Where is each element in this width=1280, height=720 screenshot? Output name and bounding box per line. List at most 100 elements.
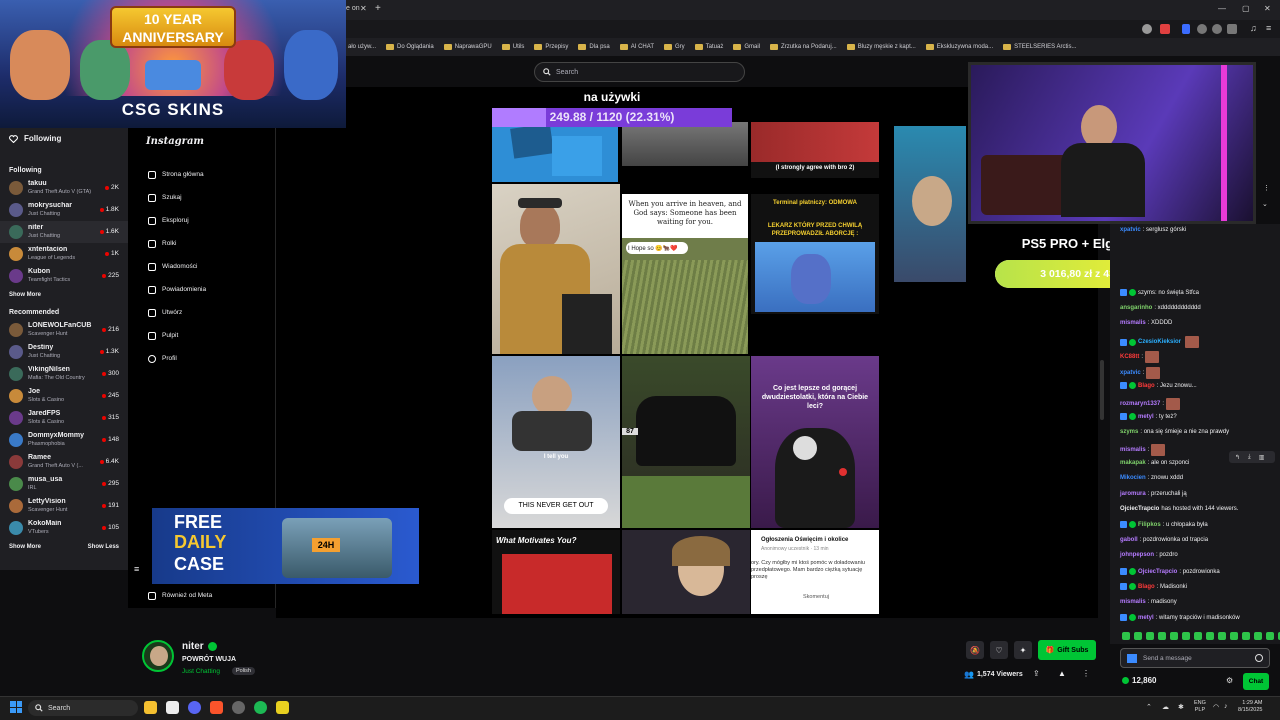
bookmark-item[interactable]: NaprawaGPU [443,44,492,50]
bookmark-item[interactable]: Do Oglądania [386,44,434,50]
channel-points[interactable]: 12,860 [1122,676,1156,685]
chat-message[interactable]: Blago: Madisonki [1120,583,1187,590]
search-input[interactable]: Search [534,62,745,82]
chat-message[interactable]: mismalis: [1120,444,1166,456]
tab-close-icon[interactable]: ✕ [360,4,367,13]
chat-message[interactable]: gaboll: pozdrowionka od trapcia [1120,537,1208,543]
volume-icon[interactable]: ♪ [1224,703,1228,710]
chat-username[interactable]: Filipkos [1138,522,1161,528]
chat-username[interactable]: CzesioKieksior [1138,339,1181,345]
language-indicator[interactable]: ENG PLP [1194,700,1206,714]
stream-scrollbar[interactable] [1100,360,1104,420]
instagram-nav-reels[interactable]: Rolki [128,232,275,255]
extension-icon[interactable] [1182,24,1190,34]
wifi-icon[interactable]: ◠ [1213,703,1219,711]
post-thumbnail[interactable]: Ogłoszenia Oświęcim i okolice Anonimowy … [751,530,879,614]
post-thumbnail[interactable] [622,122,748,166]
sidebar-channel-musa_usa[interactable]: musa_usa IRL 295 [0,473,128,495]
chat-username[interactable]: mismalis [1120,447,1146,453]
hamburger-icon[interactable]: ≡ [134,564,139,574]
chat-message[interactable]: CzesioKieksior [1120,336,1200,348]
chat-message[interactable]: xpatvic: serglusz górski [1120,227,1186,233]
chat-username[interactable]: xpatvic [1120,370,1141,376]
instagram-nav-search[interactable]: Szukaj [128,186,275,209]
chat-send-button[interactable]: Chat [1243,673,1269,690]
sidebar-channel-niter[interactable]: niter Just Chatting 1.6K [0,221,128,243]
chevron-down-icon[interactable]: ⌄ [1262,200,1268,208]
window-close-icon[interactable]: ✕ [1264,4,1271,13]
trash-icon[interactable]: ▥ [1259,454,1265,461]
post-thumbnail[interactable] [492,126,618,182]
chat-message[interactable]: KC88tt: [1120,351,1160,363]
emote-icon[interactable] [1254,632,1262,640]
show-more-button[interactable]: Show More [9,539,41,555]
calculator-icon[interactable] [166,701,179,714]
sidebar-channel-kubon[interactable]: Kubon Teamfight Tactics 225 [0,265,128,287]
chat-username[interactable]: johnpepson [1120,552,1154,558]
show-less-button[interactable]: Show Less [88,539,119,555]
bookmark-item[interactable]: Dla psa [578,44,610,50]
comment-button[interactable]: Skomentuj [803,594,863,600]
chat-username[interactable]: OjciecTrapcio [1138,569,1177,575]
chat-username[interactable]: metyl [1138,414,1154,420]
brave-browser-icon[interactable] [210,701,223,714]
chat-message[interactable]: ansgarinho: xdddddddddddd [1120,305,1201,311]
emote-icon[interactable] [1182,632,1190,640]
bookmark-item[interactable]: Utils [501,44,524,50]
emote-icon[interactable] [1134,632,1142,640]
emote-icon[interactable] [1218,632,1226,640]
sidebar-channel-jaredfps[interactable]: JaredFPS Slots & Casino 315 [0,407,128,429]
chat-username[interactable]: Blago [1138,383,1155,389]
notification-bell-icon[interactable]: 🔕 [966,641,984,659]
clock[interactable]: 1:29 AM 8/15/2025 [1238,700,1262,714]
app-icon[interactable] [276,701,289,714]
chat-message[interactable]: Mikocien: znowu xddd [1120,475,1183,481]
instagram-nav-explore[interactable]: Eksploruj [128,209,275,232]
sidebar-channel-kokomain[interactable]: KokoMain VTubers 105 [0,517,128,539]
chat-username[interactable]: makapak [1120,460,1146,466]
bookmark-item[interactable]: Gmail [733,44,760,50]
chat-message[interactable]: mismalis: XDDDD [1120,320,1172,326]
sidebar-channel-vikingnilsen[interactable]: VikingNilsen Mafia: The Old Country 300 [0,363,128,385]
sidebar-channel-ramee[interactable]: Ramee Grand Theft Auto V (... 6.4K [0,451,128,473]
emote-icon[interactable] [1170,632,1178,640]
minimize-icon[interactable]: — [1218,4,1226,13]
report-icon[interactable]: ▲ [1058,669,1066,678]
chat-message[interactable]: OjciecTrapcio has hosted with 144 viewer… [1120,506,1238,512]
chat-message[interactable]: metyl: ty też? [1120,413,1177,420]
share-icon[interactable]: ⇪ [1033,669,1040,678]
post-thumbnail[interactable]: What Motivates You? [492,530,620,614]
chat-input[interactable]: Send a message [1120,648,1270,668]
chevron-up-icon[interactable]: ⌃ [1146,703,1152,711]
instagram-nav-create[interactable]: Utwórz [128,301,275,324]
chat-message[interactable]: makapak: ale on szponci [1120,460,1189,466]
post-thumbnail[interactable]: (I strongly agree with bro 2) [751,122,879,178]
star-icon[interactable]: ✦ [1014,641,1032,659]
bookmark-item[interactable]: Gry [664,44,685,50]
chat-message[interactable]: mismalis: madisony [1120,599,1177,605]
instagram-nav-dashboard[interactable]: Pulpit [128,324,275,347]
chat-message[interactable]: xpatvic: [1120,367,1161,379]
sidebar-channel-xntentacion[interactable]: xntentacion League of Legends 1K [0,243,128,265]
instagram-nav-notifications[interactable]: Powiadomienia [128,278,275,301]
channel-name[interactable]: niter [182,641,204,652]
gift-subs-button[interactable]: 🎁 Gift Subs [1038,640,1096,660]
chat-message[interactable]: szyms: no święta Stfca [1120,289,1199,296]
show-more-button[interactable]: Show More [9,287,41,303]
following-toggle[interactable]: Following [0,128,128,149]
brave-shield-icon[interactable] [1160,24,1170,34]
discord-icon[interactable] [188,701,201,714]
bookmark-item[interactable]: Zrzutka na Podaruj... [770,44,837,50]
windows-start-icon[interactable] [10,701,22,713]
chat-username[interactable]: Mikocien [1120,475,1146,481]
bluetooth-icon[interactable]: ✱ [1178,703,1184,711]
chat-message[interactable]: jaromura: przeruchali ją [1120,491,1187,497]
sidebar-channel-mokrysuchar[interactable]: mokrysuchar Just Chatting 1.8K [0,199,128,221]
pin-icon[interactable]: ⤓ [1248,454,1251,461]
file-explorer-icon[interactable] [144,701,157,714]
chat-username[interactable]: ansgarinho [1120,305,1152,311]
sidebar-channel-dommyxmommy[interactable]: DommyxMommy Phasmophobia 148 [0,429,128,451]
post-thumbnail[interactable]: When you arrive in heaven, and God says:… [622,194,748,354]
avatar[interactable] [142,640,174,672]
gear-icon[interactable]: ⚙ [1226,676,1233,685]
